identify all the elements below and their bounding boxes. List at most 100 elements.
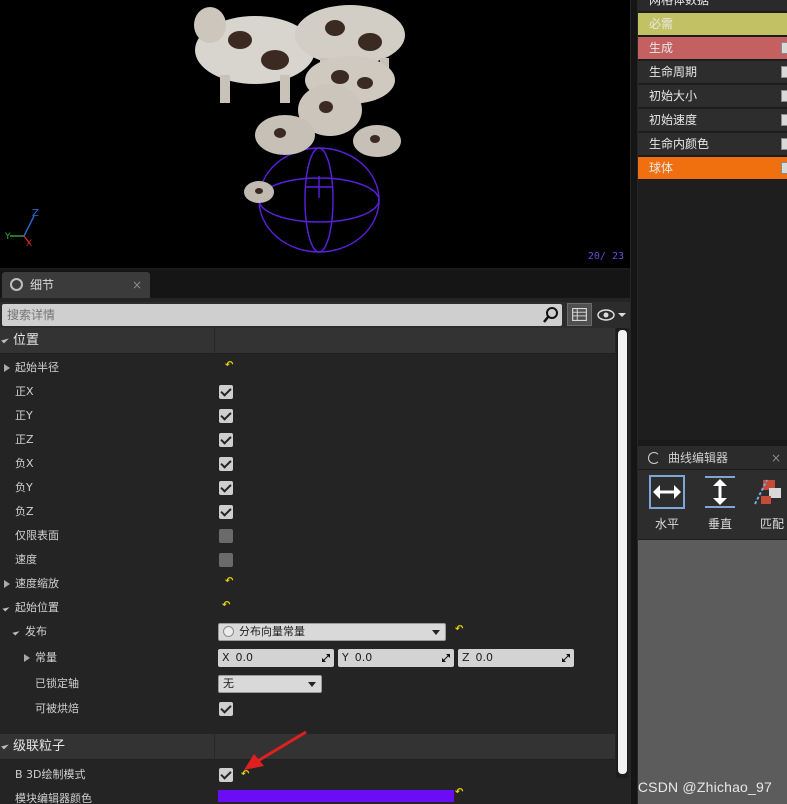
module-enabled-checkbox[interactable] (781, 66, 787, 78)
module-item[interactable]: 球体 (638, 157, 787, 180)
constant-label: 常量 (35, 651, 57, 664)
curve-icon (648, 451, 660, 464)
locked-axes-label: 已锁定轴 (35, 677, 79, 690)
expand-arrow-icon[interactable] (4, 580, 10, 588)
distribution-type-value: 分布向量常量 (239, 625, 305, 638)
locked-axes-dropdown[interactable]: 无 (218, 675, 322, 693)
reset-to-default-icon[interactable]: ↶ (225, 577, 235, 587)
negative-x-checkbox[interactable] (219, 457, 233, 471)
svg-text:Y: Y (4, 232, 11, 242)
module-item[interactable]: 生成 (638, 37, 787, 60)
fit-horizontal-label: 水平 (654, 517, 679, 531)
can-bake-label: 可被烘焙 (35, 702, 79, 715)
chevron-down-icon (432, 630, 440, 635)
positive-x-checkbox[interactable] (219, 385, 233, 399)
chevron-down-icon (308, 682, 316, 687)
collapse-arrow-icon[interactable] (1, 335, 9, 344)
axis-gizmo: Z Y X (4, 208, 39, 249)
curve-editor-tab[interactable]: 曲线编辑器 × (638, 446, 787, 470)
module-color-swatch[interactable] (218, 790, 454, 802)
module-item-label: 初始大小 (649, 89, 698, 103)
fit-match-icon (754, 479, 781, 505)
b3d-draw-mode-checkbox[interactable] (219, 768, 233, 782)
row-start-location: 起始位置 ↶ (0, 596, 615, 620)
fit-horizontal-button[interactable]: 水平 (647, 474, 687, 532)
reset-to-default-icon[interactable]: ↶ (222, 601, 232, 611)
expand-arrow-icon[interactable] (4, 364, 10, 372)
reset-to-default-icon[interactable]: ↶ (225, 361, 235, 371)
positive-y-label: 正Y (15, 409, 33, 422)
module-enabled-checkbox[interactable] (781, 42, 787, 54)
particle-count-label: 20/ 23 (587, 251, 624, 262)
close-icon[interactable]: × (132, 272, 142, 298)
velocity-scale-label: 速度缩放 (15, 577, 59, 590)
b3d-draw-mode-label: B 3D绘制模式 (15, 768, 86, 781)
row-constant: 常量 X 0.0 Y 0.0 Z 0.0 (0, 646, 615, 670)
view-options-eye-icon[interactable] (596, 305, 628, 325)
curve-editor-title: 曲线编辑器 (668, 451, 729, 465)
tab-details-label: 细节 (30, 278, 55, 292)
collapse-arrow-icon[interactable] (2, 604, 10, 612)
particle-preview-scene: Z Y X (4, 5, 405, 253)
category-position[interactable]: 位置 (0, 328, 615, 354)
constant-y-field[interactable]: Y 0.0 (338, 649, 454, 667)
collapse-arrow-icon[interactable] (1, 741, 9, 750)
scrollbar-thumb[interactable] (618, 330, 627, 774)
row-start-radius: 起始半径 ↶ (0, 356, 615, 380)
negative-z-checkbox[interactable] (219, 505, 233, 519)
details-search-row (0, 302, 630, 328)
reset-to-default-icon[interactable]: ↶ (455, 788, 465, 798)
expand-arrow-icon[interactable] (24, 654, 30, 662)
module-item[interactable]: 生命周期 (638, 61, 787, 84)
positive-y-checkbox[interactable] (219, 409, 233, 423)
constant-z-value: 0.0 (475, 651, 494, 664)
module-item[interactable]: 初始大小 (638, 85, 787, 108)
details-search-box[interactable] (2, 304, 562, 326)
panel-splitter[interactable] (630, 0, 638, 804)
module-enabled-checkbox[interactable] (781, 138, 787, 150)
velocity-checkbox[interactable] (219, 553, 233, 567)
module-enabled-checkbox[interactable] (781, 114, 787, 126)
details-scrollbar[interactable] (616, 328, 628, 778)
row-positive-z: 正Z (0, 428, 615, 452)
fit-vertical-button[interactable]: 垂直 (700, 474, 740, 532)
row-positive-y: 正Y (0, 404, 615, 428)
row-locked-axes: 已锁定轴 无 (0, 672, 615, 696)
module-enabled-checkbox[interactable] (781, 90, 787, 102)
property-matrix-icon[interactable] (567, 303, 592, 326)
reset-to-default-icon[interactable]: ↶ (455, 625, 465, 635)
preview-viewport[interactable]: Z Y X 20/ 23 (0, 0, 630, 268)
module-item[interactable]: 生命内颜色 (638, 133, 787, 156)
close-icon[interactable]: × (771, 451, 781, 465)
row-module-editor-color: 模块编辑器颜色 ↶ (0, 787, 615, 804)
module-item[interactable]: 网格体数据 (638, 0, 787, 12)
negative-y-checkbox[interactable] (219, 481, 233, 495)
distribution-type-dropdown[interactable]: 分布向量常量 (218, 623, 446, 641)
x-axis-label: X (222, 651, 230, 664)
locked-axes-value: 无 (223, 677, 234, 690)
positive-x-label: 正X (15, 385, 34, 398)
can-bake-checkbox[interactable] (219, 702, 233, 716)
drag-value-icon (322, 654, 330, 662)
search-input[interactable] (7, 308, 527, 322)
positive-z-checkbox[interactable] (219, 433, 233, 447)
row-negative-y: 负Y (0, 476, 615, 500)
constant-z-field[interactable]: Z 0.0 (458, 649, 574, 667)
module-enabled-checkbox[interactable] (781, 162, 787, 174)
module-editor-color-label: 模块编辑器颜色 (15, 792, 92, 804)
module-item-label: 生命周期 (649, 65, 698, 79)
constant-x-field[interactable]: X 0.0 (218, 649, 334, 667)
module-item[interactable]: 初始速度 (638, 109, 787, 132)
search-icon[interactable] (542, 306, 560, 324)
fit-match-button[interactable]: 匹配 (752, 474, 787, 532)
row-velocity: 速度 (0, 548, 615, 572)
module-item[interactable]: 必需 (638, 13, 787, 36)
z-axis-label: Z (462, 651, 470, 664)
module-item-label: 必需 (649, 17, 674, 31)
row-surface-only: 仅限表面 (0, 524, 615, 548)
surface-only-checkbox[interactable] (219, 529, 233, 543)
svg-text:X: X (26, 239, 32, 249)
collapse-arrow-icon[interactable] (12, 628, 20, 636)
row-distribution: 发布 分布向量常量 ↶ (0, 620, 615, 644)
tab-details[interactable]: 细节 × (2, 272, 150, 298)
